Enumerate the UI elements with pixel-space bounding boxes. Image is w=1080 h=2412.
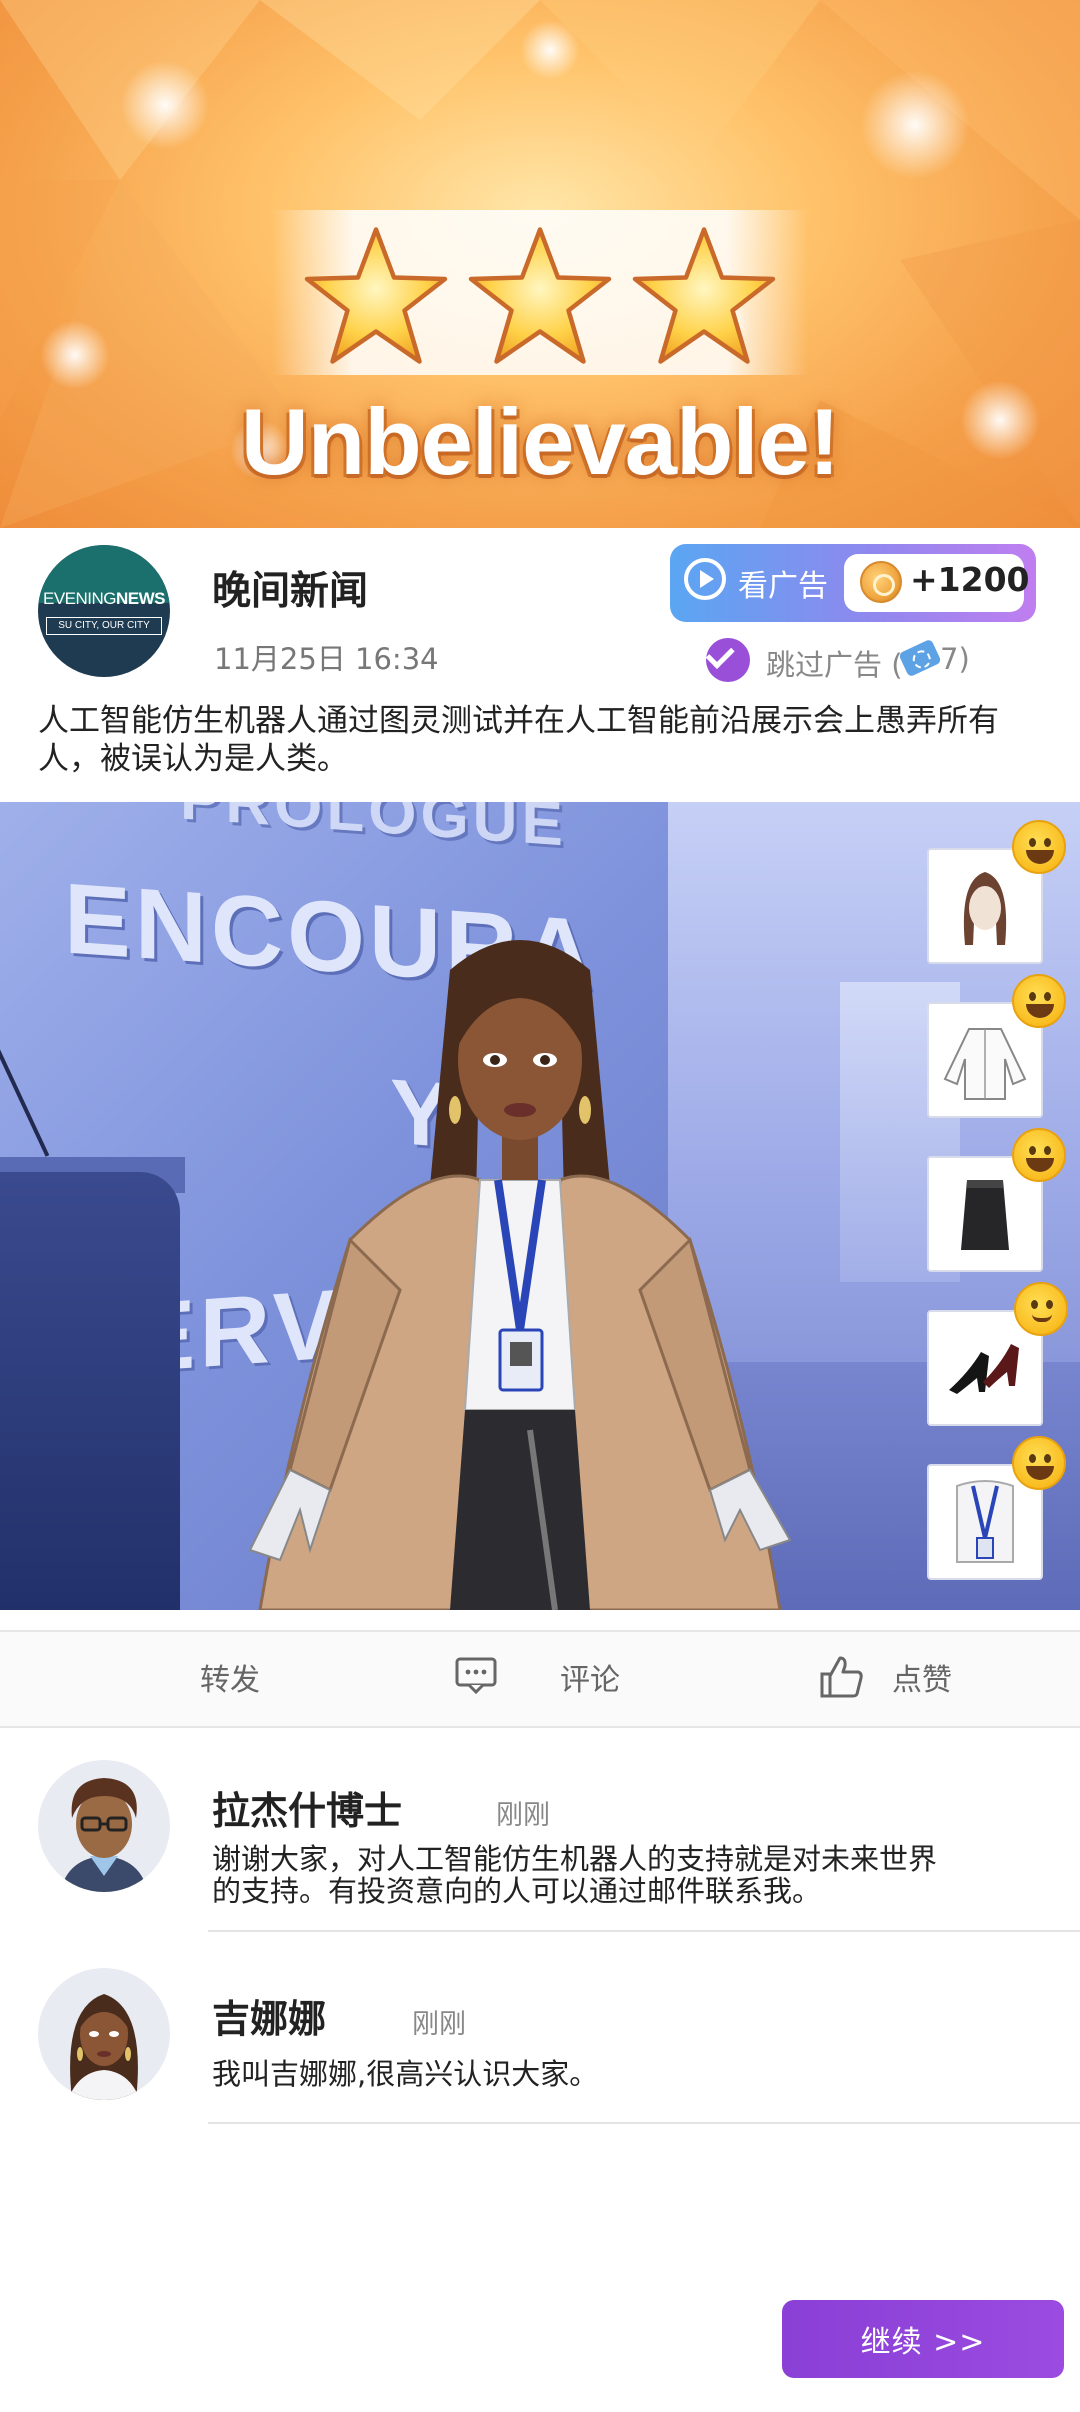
sparkle xyxy=(520,20,580,80)
comment-author: 吉娜娜 xyxy=(212,1997,327,2041)
avatar[interactable] xyxy=(38,1760,170,1892)
comment-text: 我叫吉娜娜,很高兴认识大家。 xyxy=(212,2057,599,2091)
skip-ad-checkbox[interactable] xyxy=(706,638,750,682)
grin-emoji-icon xyxy=(1012,974,1066,1028)
podium-base xyxy=(0,1172,180,1610)
gina-avatar xyxy=(68,1994,140,2100)
post-body-text: 人工智能仿生机器人通过图灵测试并在人工智能前沿展示会上愚弄所有人，被误认为是人类… xyxy=(38,703,999,777)
post-timestamp: 11月25日 16:34 xyxy=(214,642,439,676)
like-button[interactable]: 点赞 xyxy=(892,1655,952,1699)
avatar[interactable] xyxy=(38,1968,170,2100)
result-headline: Unbelievable! xyxy=(240,389,840,494)
comment-time: 刚刚 xyxy=(496,1800,550,1831)
evening-news-logo: EVENINGNEWS SU CITY, OUR CITY xyxy=(38,545,170,677)
share-button[interactable]: 转发 xyxy=(200,1655,260,1699)
comment-divider xyxy=(208,2122,1080,2124)
grin-emoji-icon xyxy=(1012,820,1066,874)
ad-reward-amount: +1200 xyxy=(910,560,1030,599)
character-sprite xyxy=(248,940,792,1610)
comment-button[interactable]: 评论 xyxy=(560,1655,620,1699)
post-author: 晚间新闻 xyxy=(212,569,369,614)
star-icon xyxy=(468,227,612,364)
smile-emoji-icon xyxy=(1014,1282,1068,1336)
comment-divider xyxy=(208,1930,1080,1932)
skip-ticket-count: 7) xyxy=(940,642,970,676)
logo-name: EVENINGNEWS xyxy=(42,589,166,608)
comment-icon[interactable] xyxy=(455,1657,497,1695)
comment-author: 拉杰什博士 xyxy=(212,1789,403,1833)
sparkle xyxy=(860,70,970,180)
grin-emoji-icon xyxy=(1012,1436,1066,1490)
star-rating xyxy=(300,222,780,372)
logo-tagline: SU CITY, OUR CITY xyxy=(46,617,162,635)
grin-emoji-icon xyxy=(1012,1128,1066,1182)
sparkle xyxy=(120,60,210,150)
comment-text: 谢谢大家，对人工智能仿生机器人的支持就是对未来世界 的支持。有投资意向的人可以通… xyxy=(212,1842,938,1908)
dr-rajesh-avatar xyxy=(60,1778,148,1892)
continue-button[interactable]: 继续 >> xyxy=(782,2300,1064,2378)
comment-time: 刚刚 xyxy=(412,2009,466,2040)
star-icon xyxy=(304,227,448,364)
skip-ad-label[interactable]: 跳过广告 ( xyxy=(766,642,903,684)
sparkle xyxy=(40,320,110,390)
result-banner: Unbelievable! xyxy=(0,0,1080,528)
star-icon xyxy=(632,227,776,364)
thumbs-up-icon[interactable] xyxy=(818,1654,864,1698)
watch-ad-label: 看广告 xyxy=(738,569,828,604)
coin-icon xyxy=(860,561,902,603)
play-icon xyxy=(684,558,726,600)
